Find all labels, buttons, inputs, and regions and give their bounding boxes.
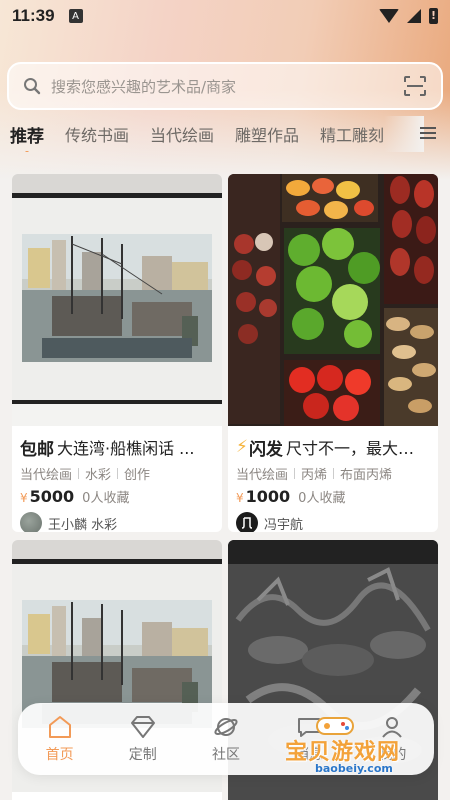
currency-symbol: ¥ — [20, 491, 28, 505]
tab-sculpture[interactable]: 雕塑作品 — [235, 122, 299, 146]
product-card[interactable]: ⚡ 闪发 尺寸不一，最大… 当代绘画 丙烯 布面丙烯 ¥ 1000 0人收藏 冯宇… — [228, 174, 438, 532]
status-time: 11:39 — [12, 6, 55, 25]
nav-label: 首页 — [45, 747, 74, 763]
collect-count: 0人收藏 — [298, 491, 346, 506]
nav-label: 社区 — [211, 747, 240, 763]
nav-home[interactable]: 首页 — [20, 714, 100, 764]
product-price: ¥ 5000 0人收藏 — [20, 487, 214, 506]
product-image[interactable] — [228, 174, 438, 426]
fast-ship-badge: ⚡ 闪发 — [236, 437, 283, 460]
product-title-text: 尺寸不一，最大… — [285, 439, 414, 458]
tag: 布面丙烯 — [340, 468, 393, 483]
tag: 水彩 — [85, 468, 112, 483]
battery-icon — [429, 8, 438, 24]
tag: 创作 — [124, 468, 151, 483]
price-value: 1000 — [245, 487, 291, 506]
tag: 当代绘画 — [236, 468, 289, 483]
product-title-text: 大连湾·船樵闲话 ... — [57, 439, 195, 458]
nav-community[interactable]: 社区 — [186, 714, 266, 764]
menu-icon[interactable] — [420, 127, 436, 139]
seller-info[interactable]: 冯宇航 — [236, 512, 430, 532]
status-bar: 11:39 A — [0, 0, 450, 32]
gamepad-icon — [316, 717, 354, 735]
search-bar[interactable]: 搜索您感兴趣的艺术品/商家 — [7, 62, 443, 110]
search-input[interactable]: 搜索您感兴趣的艺术品/商家 — [51, 76, 236, 97]
free-shipping-badge: 包邮 — [20, 434, 54, 460]
seller-name: 王小麟 水彩 — [48, 517, 118, 533]
tab-traditional-painting[interactable]: 传统书画 — [65, 122, 129, 146]
product-tags: 当代绘画 水彩 创作 — [20, 464, 214, 483]
tag: 当代绘画 — [20, 468, 73, 483]
category-tabs: 推荐 传统书画 当代绘画 雕塑作品 精工雕刻 — [0, 116, 450, 152]
nav-label: 定制 — [128, 747, 157, 763]
lightning-icon: ⚡ — [236, 437, 248, 457]
signal-icon — [407, 9, 421, 23]
price-value: 5000 — [29, 487, 75, 506]
seller-info[interactable]: 王小麟 水彩 — [20, 512, 214, 532]
seller-name: 冯宇航 — [264, 517, 304, 533]
tab-contemporary-painting[interactable]: 当代绘画 — [150, 122, 214, 146]
scan-icon[interactable] — [403, 75, 427, 97]
product-title: 包邮 大连湾·船樵闲话 ... — [20, 434, 214, 460]
avatar — [20, 512, 42, 532]
tabs-fade — [384, 116, 424, 152]
product-price: ¥ 1000 0人收藏 — [236, 487, 430, 506]
planet-icon — [214, 718, 238, 736]
product-tags: 当代绘画 丙烯 布面丙烯 — [236, 464, 430, 483]
tab-recommend[interactable]: 推荐 — [10, 122, 44, 147]
product-card[interactable]: 包邮 大连湾·船樵闲话 ... 当代绘画 水彩 创作 ¥ 5000 0人收藏 王… — [12, 174, 222, 532]
watermark-url: baobeiy.com — [315, 762, 393, 775]
notification-icon: A — [68, 9, 83, 23]
collect-count: 0人收藏 — [82, 491, 130, 506]
home-icon — [48, 716, 71, 738]
diamond-icon — [130, 716, 155, 738]
nav-custom[interactable]: 定制 — [103, 714, 183, 764]
status-icons — [379, 8, 438, 24]
product-image[interactable] — [12, 174, 222, 426]
tag: 丙烯 — [301, 468, 328, 483]
search-icon — [24, 78, 41, 95]
watermark: 宝贝游戏网 baobeiy.com — [285, 712, 425, 782]
tab-carving[interactable]: 精工雕刻 — [320, 122, 384, 146]
avatar — [236, 512, 258, 532]
product-title: ⚡ 闪发 尺寸不一，最大… — [236, 434, 430, 460]
currency-symbol: ¥ — [236, 491, 244, 505]
wifi-icon — [379, 9, 399, 23]
